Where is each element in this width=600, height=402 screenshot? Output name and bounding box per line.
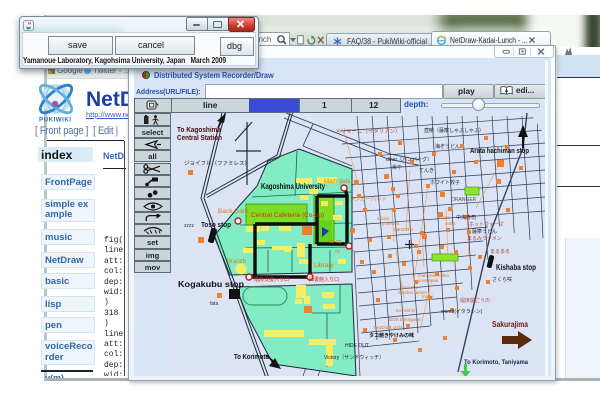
svg-text:まるまる: まるまる [490,249,510,255]
svg-text:階段支援入り口: 階段支援入り口 [254,276,289,283]
svg-text:タコ焼きやけみの味: タコ焼きやけみの味 [369,332,414,339]
svg-text:ホワイト餃子: ホワイト餃子 [430,179,460,186]
svg-text:てんき: てんき [419,167,434,174]
svg-text:diner（ハンバーグ）: diner（ハンバーグ） [386,156,432,163]
svg-text:Kishaba stop: Kishaba stop [496,263,536,272]
svg-text:momi: momi [422,294,433,299]
svg-text:hirata: hirata [438,215,450,220]
svg-text:yonezawa: yonezawa [418,278,439,283]
svg-text:ホットウォーズ: ホットウォーズ [469,221,504,228]
svg-text:Branch: Branch [227,259,246,265]
svg-text:TwoDogs pizta: TwoDogs pizta [373,325,403,330]
svg-text:yoneo-st: yoneo-st [382,221,400,226]
svg-text:ordia: ordia [445,221,456,226]
svg-text:zzzz: zzzz [184,223,195,229]
svg-text:ジョイフル（ファミレス）: ジョイフル（ファミレス） [184,160,250,167]
svg-text:HIDE OUT: HIDE OUT [345,343,369,349]
svg-text:壺暁（薩摩しゃぶしゃぶ）: 壺暁（薩摩しゃぶしゃぶ） [424,127,484,134]
svg-text:Main gate: Main gate [324,179,351,185]
svg-text:シンガーハット: シンガーハット [349,195,387,203]
svg-text:Arata hachiman stop: Arata hachiman stop [470,146,529,155]
svg-text:ORANGER: ORANGER [451,197,477,203]
svg-text:Kogakubu stop: Kogakubu stop [178,279,244,289]
svg-text:Victory（サンドウィッチ）: Victory（サンドウィッチ） [324,354,384,361]
svg-text:Sakurajima: Sakurajima [492,319,528,329]
svg-text:Central Station: Central Station [177,133,222,142]
svg-text:薩摩うどん: 薩摩うどん [472,228,497,235]
svg-text:cc: cc [335,249,341,255]
svg-text:さくら咲: さくら咲 [492,276,512,283]
svg-text:DOS tamagawa: DOS tamagawa [389,317,421,322]
svg-text:メリマーニ（イタリアン）: メリマーニ（イタリアン） [335,127,401,135]
svg-text:海ぞうどん: 海ぞうどん [435,143,460,150]
svg-text:まるみラーメン: まるみラーメン [467,236,502,242]
svg-text:fata: fata [210,301,219,307]
svg-text:図書館入り口: 図書館入り口 [309,276,339,283]
svg-text:堀床屋ごうの: 堀床屋ごうの [460,297,490,304]
svg-text:Toso stop: Toso stop [201,220,231,229]
svg-text:PUKIWIKI: PUKIWIKI [39,117,72,124]
svg-text:米や: 米や [392,164,402,171]
svg-text:sanzoku: sanzoku [394,227,413,233]
svg-text:Library: Library [314,262,335,269]
svg-text:Central Cafeteria (Co-op): Central Cafeteria (Co-op) [251,212,324,219]
svg-text:中央寿司: 中央寿司 [456,214,476,221]
svg-text:To Korimoto: To Korimoto [234,352,269,361]
svg-text:co-op: co-op [329,239,342,245]
svg-text:Kagoshima University: Kagoshima University [261,182,325,191]
svg-text:womb(イタラシン): womb(イタラシン) [441,308,483,315]
svg-text:To Korimoto, Taniyama: To Korimoto, Taniyama [464,359,528,366]
svg-text:Back Gate: Back Gate [218,208,249,215]
svg-text:arioka: arioka [377,216,390,221]
svg-text:kameshin: kameshin [396,308,416,313]
